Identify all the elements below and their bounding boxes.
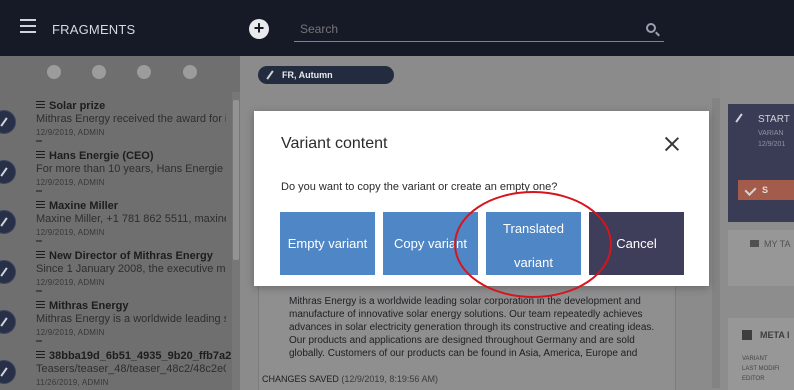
item-description: Since 1 January 2008, the executive man.… bbox=[36, 263, 226, 275]
item-meta: 12/9/2019, ADMIN bbox=[36, 278, 105, 287]
item-description: Mithras Energy is a worldwide leading so… bbox=[36, 313, 226, 325]
translated-variant-line2: variant bbox=[513, 255, 554, 270]
edit-icon[interactable] bbox=[0, 160, 16, 184]
list-item[interactable]: 38bba19d_6b51_4935_9b20_ffb7a2... Teaser… bbox=[0, 346, 232, 390]
top-bar: FRAGMENTS + bbox=[0, 0, 794, 56]
variant-tab[interactable]: FR, Autumn bbox=[258, 66, 394, 84]
cancel-button[interactable]: Cancel bbox=[589, 212, 684, 275]
variant-content-dialog: Variant content Do you want to copy the … bbox=[254, 111, 709, 298]
item-title: Solar prize bbox=[49, 100, 106, 112]
text-fragment-icon bbox=[36, 151, 45, 158]
dialog-question: Do you want to copy the variant or creat… bbox=[281, 181, 558, 193]
list-item[interactable]: Solar prize Mithras Energy received the … bbox=[0, 96, 232, 146]
item-meta: 12/9/2019, ADMIN bbox=[36, 328, 105, 337]
save-status-label: CHANGES SAVED bbox=[262, 374, 339, 384]
item-title: Hans Energie (CEO) bbox=[49, 150, 154, 162]
meta-row: VARIANT bbox=[742, 356, 768, 362]
calendar-filter-icon[interactable] bbox=[47, 65, 61, 79]
text-fragment-icon bbox=[36, 251, 45, 258]
item-description: Mithras Energy received the award for it… bbox=[36, 113, 226, 125]
workflow-start-button[interactable]: S bbox=[738, 180, 794, 200]
item-meta: 12/9/2019, ADMIN bbox=[36, 178, 105, 187]
translated-variant-line1: Translated bbox=[503, 221, 564, 236]
item-title: Mithras Energy bbox=[49, 300, 129, 312]
my-tasks-label: MY TA bbox=[764, 239, 791, 249]
filter-bar bbox=[0, 56, 240, 92]
text-fragment-icon bbox=[36, 201, 45, 208]
workflow-card: START VARIAN 12/9/201 S bbox=[728, 104, 794, 222]
meta-info-card: META I VARIANT LAST MODIFI EDITOR bbox=[728, 318, 794, 390]
pencil-icon bbox=[734, 112, 744, 124]
fragment-list: Solar prize Mithras Energy received the … bbox=[0, 92, 232, 390]
content-panel: Mithras Energy is a worldwide leading so… bbox=[258, 276, 676, 390]
type-filter-icon[interactable] bbox=[137, 65, 151, 79]
meta-row: LAST MODIFI bbox=[742, 366, 780, 372]
my-tasks-card: MY TA bbox=[728, 230, 794, 286]
item-description: For more than 10 years, Hans Energie h..… bbox=[36, 163, 226, 175]
translated-variant-button[interactable]: Translated variant bbox=[486, 212, 581, 275]
text-fragment-icon bbox=[36, 351, 45, 358]
add-fragment-button[interactable]: + bbox=[249, 19, 269, 39]
meta-row: EDITOR bbox=[742, 376, 765, 382]
scrollbar-thumb[interactable] bbox=[233, 100, 239, 260]
search-bar bbox=[294, 18, 664, 42]
search-input[interactable] bbox=[294, 18, 624, 40]
text-fragment-icon bbox=[36, 101, 45, 108]
item-description: Maxine Miller, +1 781 862 5511, maxine..… bbox=[36, 213, 226, 225]
workflow-date: 12/9/201 bbox=[758, 141, 786, 148]
list-item[interactable]: Mithras Energy Mithras Energy is a world… bbox=[0, 296, 232, 346]
edit-icon[interactable] bbox=[0, 360, 16, 384]
edit-icon[interactable] bbox=[0, 310, 16, 334]
save-status-time: (12/9/2019, 8:19:56 AM) bbox=[341, 374, 438, 384]
chat-icon bbox=[750, 240, 759, 247]
item-title: 38bba19d_6b51_4935_9b20_ffb7a2... bbox=[49, 350, 232, 362]
right-panel: START VARIAN 12/9/201 S MY TA META I VAR… bbox=[720, 56, 794, 390]
search-icon[interactable] bbox=[646, 23, 656, 33]
item-title: Maxine Miller bbox=[49, 200, 119, 212]
dialog-title: Variant content bbox=[281, 135, 388, 152]
item-meta: 12/9/2019, ADMIN bbox=[36, 228, 105, 237]
hamburger-menu-icon[interactable] bbox=[20, 19, 36, 33]
item-divider bbox=[36, 140, 42, 142]
list-item[interactable]: Maxine Miller Maxine Miller, +1 781 862 … bbox=[0, 196, 232, 246]
fragment-body-text[interactable]: Mithras Energy is a worldwide leading so… bbox=[289, 295, 669, 360]
item-meta: 12/9/2019, ADMIN bbox=[36, 128, 105, 137]
text-fragment-icon bbox=[36, 301, 45, 308]
list-item[interactable]: New Director of Mithras Energy Since 1 J… bbox=[0, 246, 232, 296]
sidebar-scrollbar[interactable] bbox=[232, 92, 240, 390]
edit-icon[interactable] bbox=[0, 110, 16, 134]
person-filter-icon[interactable] bbox=[92, 65, 106, 79]
empty-variant-button[interactable]: Empty variant bbox=[280, 212, 375, 275]
item-meta: 11/26/2019, ADMIN bbox=[36, 378, 109, 387]
workflow-title: START bbox=[758, 114, 790, 125]
app-title: FRAGMENTS bbox=[52, 22, 136, 37]
item-description: Teasers/teaser_48/teaser_48c2/48c2e00... bbox=[36, 363, 226, 375]
tag-filter-icon[interactable] bbox=[183, 65, 197, 79]
fragment-sidebar: Solar prize Mithras Energy received the … bbox=[0, 56, 240, 390]
close-icon[interactable] bbox=[665, 137, 679, 151]
item-divider bbox=[36, 340, 42, 342]
variant-tab-label: FR, Autumn bbox=[282, 70, 333, 80]
edit-icon[interactable] bbox=[0, 260, 16, 284]
meta-info-title: META I bbox=[760, 330, 790, 340]
info-icon bbox=[742, 330, 752, 340]
pencil-icon bbox=[264, 69, 276, 81]
edit-icon[interactable] bbox=[0, 210, 16, 234]
list-item[interactable]: Hans Energie (CEO) For more than 10 year… bbox=[0, 146, 232, 196]
item-divider bbox=[36, 190, 42, 192]
item-divider bbox=[36, 240, 42, 242]
editor-scrollbar[interactable] bbox=[712, 98, 720, 388]
save-status: CHANGES SAVED (12/9/2019, 8:19:56 AM) bbox=[262, 374, 438, 384]
item-title: New Director of Mithras Energy bbox=[49, 250, 213, 262]
workflow-variant: VARIAN bbox=[758, 130, 784, 137]
item-divider bbox=[36, 290, 42, 292]
copy-variant-button[interactable]: Copy variant bbox=[383, 212, 478, 275]
